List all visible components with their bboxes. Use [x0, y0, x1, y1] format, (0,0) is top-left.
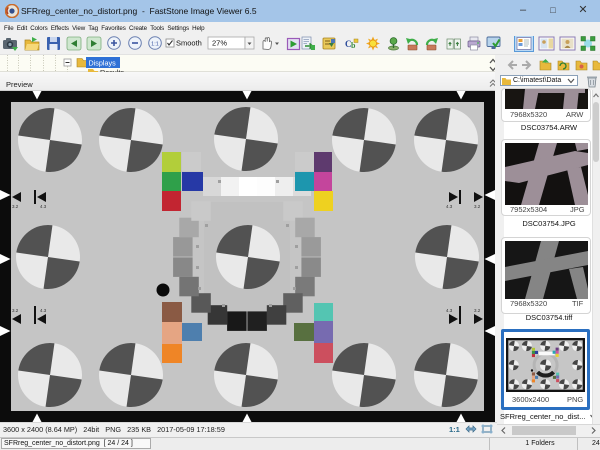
svg-text:4.3: 4.3 [446, 308, 453, 313]
svg-text:4.3: 4.3 [446, 204, 453, 209]
svg-text:Smooth: Smooth [176, 39, 202, 48]
svg-text:Displays: Displays [89, 59, 117, 68]
svg-text:4.3: 4.3 [40, 204, 47, 209]
svg-text:27%: 27% [212, 39, 227, 48]
svg-text:3.2: 3.2 [12, 308, 19, 313]
svg-text:1:1: 1:1 [151, 41, 159, 47]
svg-text:3.2: 3.2 [12, 204, 19, 209]
svg-text:4.3: 4.3 [40, 308, 47, 313]
svg-text:3.2: 3.2 [474, 308, 481, 313]
svg-text:3.2: 3.2 [474, 204, 481, 209]
